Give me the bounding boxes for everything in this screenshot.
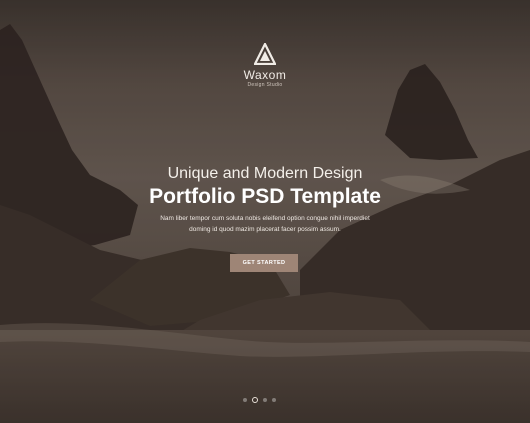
logo[interactable]: Waxom Design Studio — [0, 43, 530, 89]
get-started-button[interactable]: GET STARTED — [230, 254, 298, 272]
triangle-logo-icon — [254, 43, 276, 65]
slide-dot-3[interactable] — [263, 398, 267, 402]
hero-headline: Portfolio PSD Template — [149, 185, 381, 208]
slide-dot-1[interactable] — [243, 398, 247, 402]
hero-section: Waxom Design Studio Unique and Modern De… — [0, 0, 530, 423]
brand-tagline: Design Studio — [247, 82, 283, 88]
hero-kicker: Unique and Modern Design — [167, 165, 363, 182]
brand-name: Waxom — [243, 68, 287, 82]
slide-dot-4[interactable] — [272, 398, 276, 402]
hero-description: Nam liber tempor cum soluta nobis eleife… — [160, 215, 370, 233]
slide-dot-2[interactable] — [252, 397, 258, 403]
slider-pagination — [243, 396, 287, 404]
